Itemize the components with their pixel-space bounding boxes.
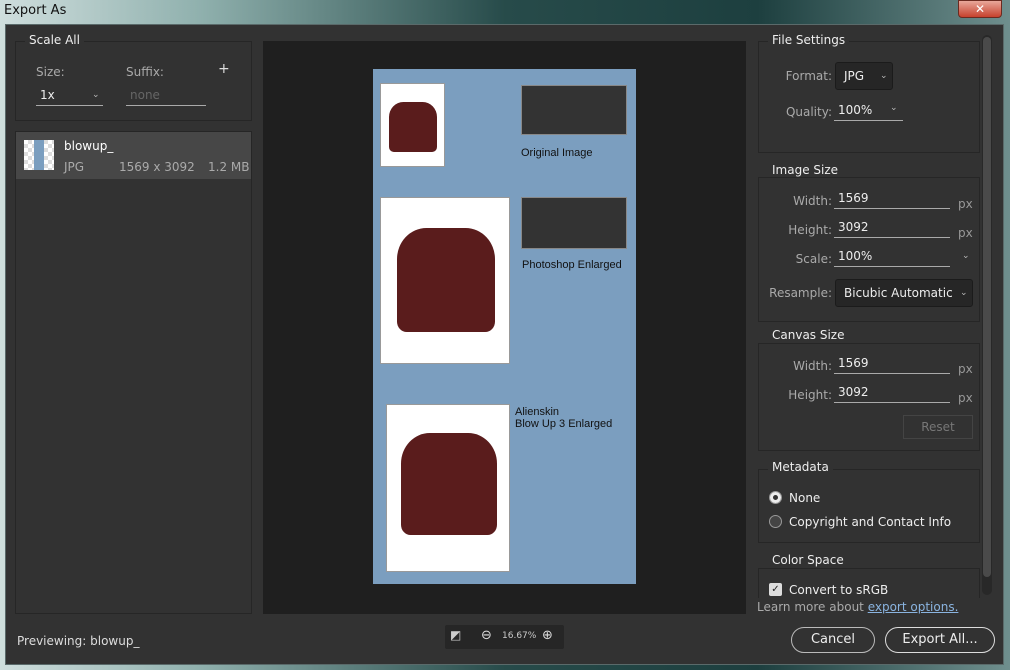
export-all-button[interactable]: Export All...: [885, 627, 995, 653]
image-width-input[interactable]: 1569: [834, 191, 950, 209]
width-label: Width:: [793, 194, 832, 208]
metadata-copyright-radio[interactable]: [769, 515, 782, 528]
caption-original: Original Image: [521, 147, 593, 159]
chevron-down-icon: ⌄: [880, 71, 888, 81]
previewing-label: Previewing: blowup_: [17, 634, 140, 648]
color-space-title: Color Space: [768, 553, 848, 567]
add-scale-button[interactable]: +: [218, 61, 230, 77]
size-label: Size:: [36, 65, 65, 79]
zoom-level: 16.67%: [502, 631, 537, 641]
photoshop-enlarged-image: [380, 197, 510, 364]
zoom-in-icon[interactable]: ⊕: [542, 628, 553, 643]
scale-all-group: [15, 41, 252, 121]
caption-alienskin: Alienskin: [515, 406, 560, 418]
scale-all-title: Scale All: [25, 33, 84, 47]
original-image-thumb: [380, 83, 445, 167]
file-name: blowup_: [64, 139, 114, 153]
metadata-none-radio[interactable]: [769, 491, 782, 504]
file-thumbnail: [24, 140, 54, 170]
scale-chevron-down-icon[interactable]: ⌄: [962, 251, 970, 261]
resample-dropdown[interactable]: Bicubic Automatic ⌄: [835, 279, 973, 307]
learn-more-text: Learn more about export options.: [757, 600, 958, 614]
canvas-width-unit: px: [958, 362, 973, 376]
file-dimensions: 1569 x 3092: [119, 160, 195, 174]
scrollbar-thumb[interactable]: [983, 37, 991, 577]
quality-dropdown[interactable]: 100% ⌄: [834, 103, 903, 121]
image-size-title: Image Size: [768, 163, 843, 177]
metadata-none-label[interactable]: None: [789, 491, 820, 505]
preview-canvas: Original Image Photoshop Enlarged Aliens…: [373, 69, 636, 584]
chevron-down-icon: ⌄: [92, 90, 100, 100]
canvas-height-unit: px: [958, 391, 973, 405]
format-dropdown[interactable]: JPG ⌄: [835, 62, 893, 90]
suffix-label: Suffix:: [126, 65, 164, 79]
original-settings-screenshot: [521, 85, 627, 135]
canvas-width-label: Width:: [793, 359, 832, 373]
canvas-size-title: Canvas Size: [768, 328, 849, 342]
file-item[interactable]: blowup_ JPG 1569 x 3092 1.2 MB: [16, 132, 251, 179]
alienskin-enlarged-image: [386, 404, 510, 572]
export-dialog: Scale All Size: Suffix: + 1x ⌄ none blowu…: [5, 24, 1004, 665]
metadata-title: Metadata: [768, 460, 833, 474]
quality-value: 100%: [838, 103, 873, 117]
title-bar: Export As ✕: [0, 0, 1010, 24]
file-settings-title: File Settings: [768, 33, 850, 47]
size-dropdown[interactable]: 1x ⌄: [36, 88, 103, 106]
chevron-down-icon: ⌄: [890, 103, 898, 113]
learn-more-prefix: Learn more about: [757, 600, 868, 614]
caption-blowup: Blow Up 3 Enlarged: [515, 418, 613, 430]
scale-input[interactable]: 100%: [834, 249, 950, 267]
cancel-button[interactable]: Cancel: [791, 627, 875, 653]
close-button[interactable]: ✕: [958, 0, 1002, 18]
preview-area: Original Image Photoshop Enlarged Aliens…: [263, 41, 746, 614]
resample-label: Resample:: [769, 286, 832, 300]
chevron-down-icon: ⌄: [960, 288, 968, 298]
suffix-input[interactable]: none: [126, 88, 206, 106]
reset-button[interactable]: Reset: [903, 415, 973, 439]
size-value: 1x: [40, 88, 55, 102]
photoshop-settings-screenshot: [521, 197, 627, 249]
right-panel-scrollbar[interactable]: [982, 35, 992, 595]
image-height-input[interactable]: 3092: [834, 220, 950, 238]
height-label: Height:: [788, 223, 832, 237]
file-size: 1.2 MB: [208, 160, 250, 174]
quality-label: Quality:: [785, 105, 832, 119]
file-format: JPG: [64, 160, 85, 174]
export-options-link[interactable]: export options.: [868, 600, 959, 614]
height-unit: px: [958, 226, 973, 240]
zoom-out-icon[interactable]: ⊖: [481, 628, 492, 643]
window-title: Export As: [4, 3, 67, 18]
zoom-controls: ◩ ⊖ 16.67% ⊕: [445, 625, 564, 649]
convert-srgb-checkbox[interactable]: ✓: [769, 583, 782, 596]
caption-photoshop: Photoshop Enlarged: [522, 259, 622, 271]
format-value: JPG: [844, 69, 865, 83]
file-settings-group: [758, 41, 980, 153]
resample-value: Bicubic Automatic: [844, 286, 953, 300]
canvas-width-input[interactable]: 1569: [834, 356, 950, 374]
scale-label: Scale:: [795, 252, 832, 266]
file-list: blowup_ JPG 1569 x 3092 1.2 MB: [15, 131, 252, 614]
canvas-height-label: Height:: [788, 388, 832, 402]
width-unit: px: [958, 197, 973, 211]
metadata-copyright-label[interactable]: Copyright and Contact Info: [789, 515, 951, 529]
canvas-height-input[interactable]: 3092: [834, 385, 950, 403]
metadata-group: [758, 469, 980, 543]
fit-to-screen-icon[interactable]: ◩: [450, 628, 461, 642]
convert-srgb-label[interactable]: Convert to sRGB: [789, 583, 888, 597]
format-label: Format:: [785, 69, 832, 83]
